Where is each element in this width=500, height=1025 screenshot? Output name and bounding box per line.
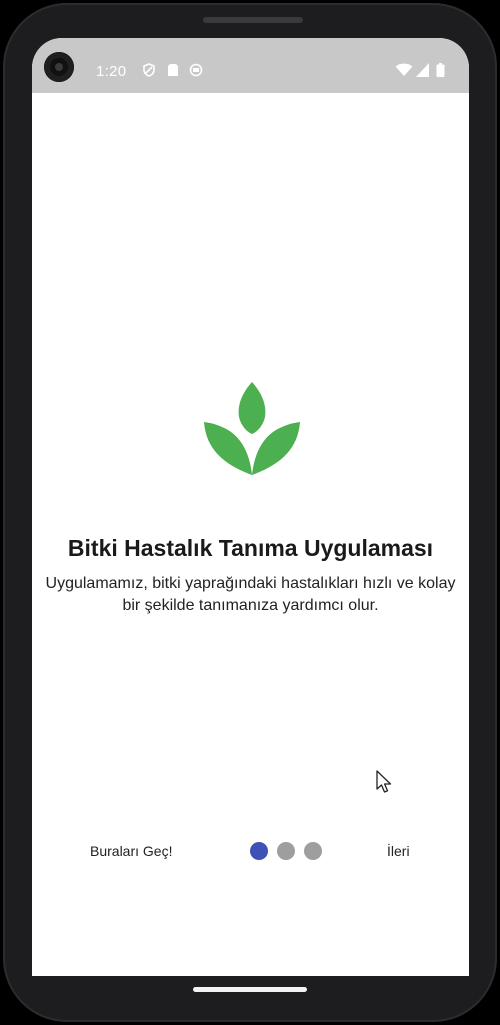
onboarding-navigation: Buraları Geç! İleri: [32, 838, 469, 868]
gesture-navigation-bar[interactable]: [193, 987, 307, 992]
device-screen: 1:20 Bitki Hastalık Tanıma Uygulaması Uy…: [32, 38, 469, 976]
sim-card-icon: [168, 64, 178, 76]
notification-icon: [189, 63, 203, 77]
app-title: Bitki Hastalık Tanıma Uygulaması: [67, 535, 434, 561]
app-description: Uygulamamız, bitki yaprağındaki hastalık…: [45, 575, 456, 614]
shield-icon: [143, 63, 155, 77]
skip-button[interactable]: Buraları Geç!: [90, 843, 172, 859]
mouse-cursor-icon: [376, 770, 392, 793]
signal-icon: [416, 63, 429, 77]
next-button[interactable]: İleri: [387, 843, 410, 859]
leaf-sprout-icon: [204, 382, 300, 475]
wifi-icon: [395, 63, 413, 76]
earpiece-speaker: [203, 17, 303, 23]
status-time: 1:20: [96, 63, 127, 80]
onboarding-page: Bitki Hastalık Tanıma Uygulaması Uygulam…: [32, 93, 469, 976]
page-dot-3[interactable]: [304, 842, 322, 860]
battery-icon: [436, 63, 445, 77]
page-dot-1[interactable]: [250, 842, 268, 860]
front-camera: [44, 52, 74, 82]
page-dot-2[interactable]: [277, 842, 295, 860]
status-bar: 1:20: [32, 38, 469, 93]
